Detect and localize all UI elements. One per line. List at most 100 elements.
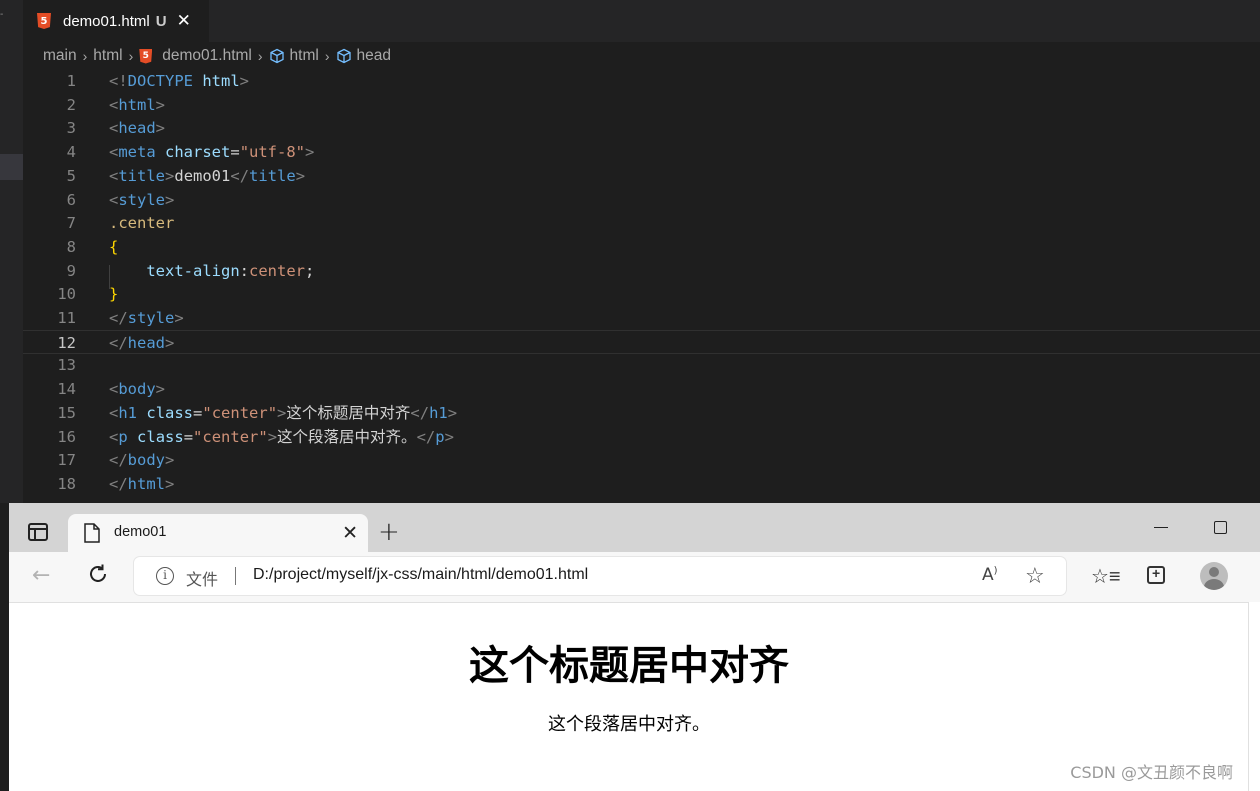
code-token: title bbox=[249, 166, 296, 185]
code-token: style bbox=[127, 309, 175, 327]
code-line[interactable]: 9 text-align:center; bbox=[23, 259, 1260, 283]
code-token: < bbox=[109, 143, 119, 162]
code-token: 这个段落居中对齐。 bbox=[277, 427, 417, 446]
code-content: <style> bbox=[109, 188, 174, 212]
browser-tab-title: demo01 bbox=[114, 524, 167, 540]
line-number: 10 bbox=[57, 285, 76, 304]
page-paragraph: 这个段落居中对齐。 bbox=[548, 714, 710, 735]
tab-actions-icon[interactable] bbox=[28, 523, 48, 541]
editor-tab-active[interactable]: 5 demo01.html U ✕ bbox=[23, 0, 209, 42]
profile-avatar-icon[interactable] bbox=[1200, 562, 1228, 590]
code-line[interactable]: 8{ bbox=[23, 235, 1260, 259]
code-token: body bbox=[127, 451, 165, 470]
code-token: </ bbox=[109, 333, 128, 352]
back-arrow-icon[interactable]: ← bbox=[32, 563, 50, 588]
code-line[interactable]: 3 <head> bbox=[23, 116, 1260, 140]
code-token: text-align bbox=[146, 261, 240, 280]
code-token: < bbox=[109, 427, 119, 446]
code-line[interactable]: 12 </head> bbox=[23, 329, 1260, 355]
code-line[interactable]: 5 <title>demo01</title> bbox=[23, 164, 1260, 188]
code-line[interactable]: 1 <!DOCTYPE html> bbox=[23, 69, 1260, 93]
code-token: h1 bbox=[429, 403, 448, 422]
code-content: <head> bbox=[109, 116, 165, 140]
code-token: > bbox=[165, 474, 175, 493]
line-number: 13 bbox=[57, 356, 76, 375]
tab-untracked-status: U bbox=[155, 12, 167, 30]
code-content: </head> bbox=[109, 331, 174, 355]
address-bar[interactable]: i 文件 D:/project/myself/jx-css/main/html/… bbox=[134, 557, 1066, 595]
close-icon[interactable]: ✕ bbox=[177, 11, 191, 31]
code-line[interactable]: 15 <h1 class="center">这个标题居中对齐</h1> bbox=[23, 401, 1260, 425]
read-aloud-icon[interactable]: A) bbox=[982, 565, 998, 585]
address-url[interactable]: D:/project/myself/jx-css/main/html/demo0… bbox=[253, 566, 588, 584]
code-line[interactable]: 6 <style> bbox=[23, 188, 1260, 212]
line-number: 17 bbox=[57, 451, 76, 470]
code-line[interactable]: 14 <body> bbox=[23, 377, 1260, 401]
line-number: 2 bbox=[66, 95, 76, 114]
line-number: 1 bbox=[66, 72, 76, 90]
code-token: title bbox=[118, 166, 166, 185]
line-number: 8 bbox=[66, 237, 76, 256]
close-icon[interactable]: ✕ bbox=[342, 522, 358, 545]
page-icon bbox=[84, 523, 100, 543]
activity-glyph: - bbox=[0, 9, 4, 20]
code-line[interactable]: 13 bbox=[23, 353, 1260, 377]
code-token: < bbox=[109, 166, 119, 185]
breadcrumb-item-file[interactable]: 5 demo01.html bbox=[139, 47, 252, 65]
breadcrumb-item-head-element[interactable]: head bbox=[336, 47, 391, 65]
minimize-icon[interactable] bbox=[1154, 527, 1168, 528]
maximize-icon[interactable] bbox=[1214, 521, 1227, 534]
code-token: { bbox=[109, 237, 119, 256]
code-content: <html> bbox=[109, 93, 165, 117]
code-token: > bbox=[155, 95, 166, 114]
chevron-right-icon: › bbox=[257, 48, 263, 64]
code-token: class bbox=[137, 427, 184, 446]
code-line[interactable]: 4 <meta charset="utf-8"> bbox=[23, 140, 1260, 164]
add-favorite-icon[interactable]: ☆ bbox=[1025, 563, 1045, 589]
code-token: center bbox=[249, 261, 305, 280]
chevron-right-icon: › bbox=[128, 48, 134, 64]
breadcrumb-item-html-folder[interactable]: html bbox=[93, 47, 122, 65]
code-token: > bbox=[165, 190, 175, 209]
code-line[interactable]: 2 <html> bbox=[23, 93, 1260, 117]
code-line[interactable]: 17 </body> bbox=[23, 448, 1260, 472]
new-tab-icon[interactable]: + bbox=[378, 517, 400, 547]
code-token: demo01 bbox=[174, 166, 231, 185]
code-line[interactable]: 18 </html> bbox=[23, 472, 1260, 496]
code-token: > bbox=[444, 427, 454, 446]
line-number: 9 bbox=[66, 261, 76, 280]
code-token: > bbox=[305, 143, 315, 162]
favorites-icon[interactable]: ☆≡ bbox=[1091, 564, 1121, 589]
code-content: <title>demo01</title> bbox=[109, 164, 305, 188]
code-token: .center bbox=[109, 214, 175, 233]
collections-icon[interactable] bbox=[1147, 565, 1165, 584]
code-content: text-align:center; bbox=[109, 259, 314, 283]
code-line[interactable]: 16 <p class="center">这个段落居中对齐。</p> bbox=[23, 425, 1260, 449]
address-scheme-label: 文件 bbox=[186, 572, 219, 589]
breadcrumb-item-html-element[interactable]: html bbox=[269, 47, 319, 65]
code-content: <!DOCTYPE html> bbox=[109, 69, 249, 93]
refresh-icon[interactable] bbox=[87, 563, 109, 585]
activity-selected-indicator bbox=[0, 154, 23, 180]
code-token: h1 bbox=[118, 403, 138, 422]
breadcrumb-item-main[interactable]: main bbox=[43, 47, 77, 65]
code-line[interactable]: 11 </style> bbox=[23, 306, 1260, 330]
code-editor[interactable]: 1 <!DOCTYPE html> 2 <html> 3 <head> 4 <meta cha… bbox=[23, 69, 1260, 503]
line-number: 3 bbox=[66, 119, 76, 138]
chevron-right-icon: › bbox=[82, 48, 88, 64]
code-token: < bbox=[109, 119, 119, 138]
code-line[interactable]: 10} bbox=[23, 282, 1260, 306]
code-token: 这个标题居中对齐 bbox=[286, 403, 411, 422]
page-heading: 这个标题居中对齐 bbox=[469, 643, 789, 689]
tab-filename: demo01.html bbox=[63, 12, 150, 30]
code-line[interactable]: 7 .center bbox=[23, 211, 1260, 235]
code-token: > bbox=[155, 119, 166, 138]
code-token: head bbox=[127, 333, 165, 352]
editor-tab-bar: 5 demo01.html U ✕ bbox=[23, 0, 1260, 42]
info-icon[interactable]: i bbox=[156, 567, 174, 585]
code-content: <body> bbox=[109, 377, 165, 401]
browser-tab-active[interactable]: demo01 ✕ bbox=[68, 514, 368, 552]
code-token: "utf-8" bbox=[239, 143, 306, 162]
